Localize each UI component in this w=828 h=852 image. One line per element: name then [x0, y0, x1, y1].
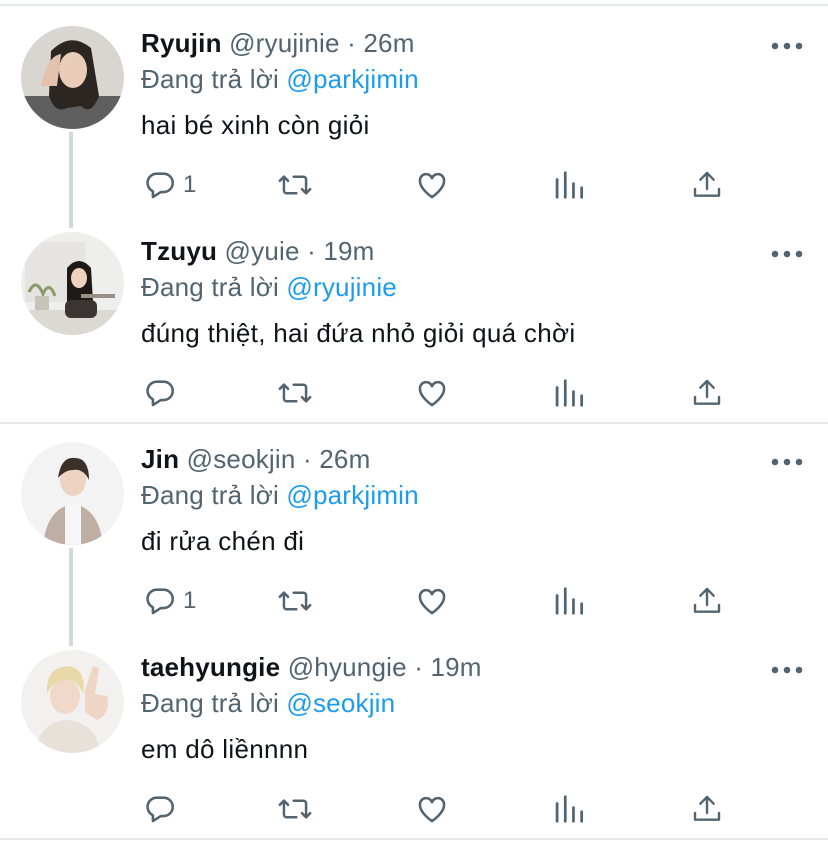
heart-icon [418, 588, 446, 615]
retweet-button[interactable] [277, 168, 313, 202]
share-upload-icon [693, 379, 721, 405]
more-button[interactable] [770, 246, 804, 258]
user-handle[interactable]: @hyungie [288, 652, 407, 682]
tweet[interactable]: taehyungie @hyungie · 19m Đang trả lời @… [0, 650, 828, 852]
retweet-icon [278, 591, 312, 611]
reply-bubble-icon [146, 588, 175, 615]
more-button[interactable] [770, 38, 804, 50]
analytics-bars-icon [555, 379, 583, 407]
like-button[interactable] [415, 792, 449, 826]
analytics-button[interactable] [553, 792, 583, 826]
timestamp[interactable]: · 19m [414, 652, 481, 682]
replying-to: Đang trả lời @parkjimin [141, 64, 419, 95]
avatar[interactable] [21, 650, 124, 753]
replying-to: Đang trả lời @seokjin [141, 688, 395, 719]
replying-prefix: Đang trả lời [141, 480, 279, 510]
tweet[interactable]: Jin @seokjin · 26m Đang trả lời @parkjim… [0, 442, 828, 644]
top-divider [0, 4, 828, 6]
replying-to: Đang trả lời @ryujinie [141, 272, 397, 303]
share-upload-icon [693, 795, 721, 821]
timestamp[interactable]: · 26m [303, 444, 370, 474]
replying-prefix: Đang trả lời [141, 688, 279, 718]
timestamp[interactable]: · 19m [307, 236, 374, 266]
analytics-bars-icon [555, 587, 583, 615]
tweet-header: Ryujin @ryujinie · 26m [141, 28, 415, 59]
thread-divider [0, 422, 828, 424]
reply-button[interactable] [143, 792, 183, 826]
share-upload-icon [693, 171, 721, 197]
mention-link[interactable]: @ryujinie [286, 272, 397, 302]
display-name[interactable]: Tzuyu [141, 236, 217, 266]
mention-link[interactable]: @parkjimin [286, 480, 418, 510]
share-button[interactable] [691, 792, 723, 826]
reply-button[interactable] [143, 376, 183, 410]
action-bar [141, 792, 741, 826]
tweet-header: taehyungie @hyungie · 19m [141, 652, 482, 683]
reply-bubble-icon [146, 380, 175, 407]
analytics-bars-icon [555, 795, 583, 823]
tweet[interactable]: Tzuyu @yuie · 19m Đang trả lời @ryujinie… [0, 232, 828, 436]
action-bar: 1 [141, 584, 741, 618]
heart-icon [418, 380, 446, 407]
replying-prefix: Đang trả lời [141, 272, 279, 302]
share-button[interactable] [691, 168, 723, 202]
more-horizontal-icon [771, 250, 803, 258]
display-name[interactable]: Ryujin [141, 28, 222, 58]
retweet-button[interactable] [277, 376, 313, 410]
retweet-button[interactable] [277, 584, 313, 618]
user-handle[interactable]: @yuie [225, 236, 300, 266]
tweet[interactable]: Ryujin @ryujinie · 26m Đang trả lời @par… [0, 26, 828, 228]
more-button[interactable] [770, 662, 804, 674]
avatar[interactable] [21, 442, 124, 545]
user-handle[interactable]: @seokjin [187, 444, 296, 474]
tweet-text: hai bé xinh còn giỏi [141, 110, 370, 140]
analytics-button[interactable] [553, 584, 583, 618]
replying-to: Đang trả lời @parkjimin [141, 480, 419, 511]
analytics-button[interactable] [553, 168, 583, 202]
heart-icon [418, 796, 446, 823]
more-horizontal-icon [771, 666, 803, 674]
reply-count: 1 [183, 171, 197, 198]
tweet-header: Jin @seokjin · 26m [141, 444, 370, 475]
replying-prefix: Đang trả lời [141, 64, 279, 94]
retweet-button[interactable] [277, 792, 313, 826]
mention-link[interactable]: @parkjimin [286, 64, 418, 94]
like-button[interactable] [415, 584, 449, 618]
tweet-text: em dô liềnnnn [141, 734, 309, 764]
display-name[interactable]: Jin [141, 444, 179, 474]
bottom-divider [0, 838, 828, 840]
analytics-bars-icon [555, 171, 583, 199]
action-bar [141, 376, 741, 410]
action-bar: 1 [141, 168, 741, 202]
reply-count: 1 [183, 587, 197, 614]
heart-icon [418, 172, 446, 199]
display-name[interactable]: taehyungie [141, 652, 280, 682]
tweet-text: đi rửa chén đi [141, 526, 305, 556]
tweet-text: đúng thiệt, hai đứa nhỏ giỏi quá chời [141, 318, 576, 348]
reply-bubble-icon [146, 796, 175, 823]
analytics-button[interactable] [553, 376, 583, 410]
reply-button[interactable]: 1 [143, 168, 196, 202]
like-button[interactable] [415, 168, 449, 202]
reply-button[interactable]: 1 [143, 584, 196, 618]
retweet-icon [278, 383, 312, 403]
avatar[interactable] [21, 232, 124, 335]
tweet-header: Tzuyu @yuie · 19m [141, 236, 375, 267]
share-upload-icon [693, 587, 721, 613]
more-button[interactable] [770, 454, 804, 466]
reply-bubble-icon [146, 172, 175, 199]
avatar[interactable] [21, 26, 124, 129]
user-handle[interactable]: @ryujinie [229, 28, 340, 58]
like-button[interactable] [415, 376, 449, 410]
share-button[interactable] [691, 584, 723, 618]
retweet-icon [278, 175, 312, 195]
mention-link[interactable]: @seokjin [286, 688, 395, 718]
more-horizontal-icon [771, 42, 803, 50]
share-button[interactable] [691, 376, 723, 410]
retweet-icon [278, 799, 312, 819]
more-horizontal-icon [771, 458, 803, 466]
timestamp[interactable]: · 26m [347, 28, 414, 58]
